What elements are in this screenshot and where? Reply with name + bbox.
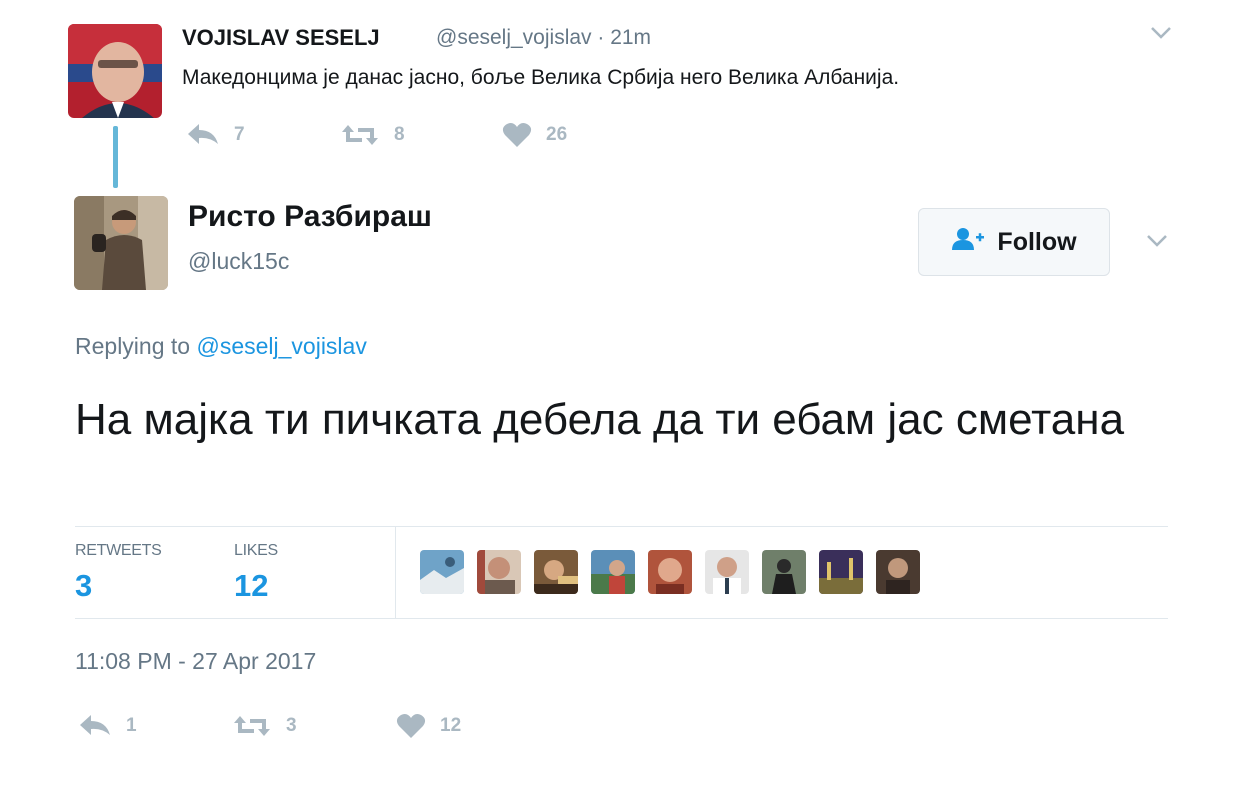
liker-avatar[interactable] — [591, 550, 635, 594]
reply-like-count: 12 — [440, 715, 462, 736]
liker-avatar[interactable] — [819, 550, 863, 594]
likes-label: LIKES — [234, 542, 278, 559]
reply-retweet-count: 3 — [286, 715, 297, 736]
retweet-icon — [232, 713, 272, 739]
liker-avatar[interactable] — [648, 550, 692, 594]
likes-value: 12 — [234, 568, 269, 603]
liker-avatar[interactable] — [477, 550, 521, 594]
parent-retweet-action[interactable]: 8 — [340, 122, 405, 148]
replying-to-handle-link[interactable]: @seselj_vojislav — [196, 333, 366, 359]
likes-stat[interactable]: LIKES 12 — [234, 542, 278, 604]
tweet-timestamp[interactable]: 11:08 PM - 27 Apr 2017 — [75, 648, 316, 675]
liker-avatar[interactable] — [420, 550, 464, 594]
parent-handle-and-time[interactable]: @seselj_vojislav · 21m — [436, 26, 651, 50]
liker-avatar[interactable] — [705, 550, 749, 594]
stats-vertical-divider — [395, 526, 396, 618]
parent-reply-count: 7 — [234, 124, 245, 145]
reply-reply-count: 1 — [126, 715, 137, 736]
retweet-icon — [340, 122, 380, 148]
parent-like-action[interactable]: 26 — [502, 122, 567, 148]
liker-avatar[interactable] — [762, 550, 806, 594]
stats-bottom-divider — [75, 618, 1168, 619]
reply-author-handle[interactable]: @luck15c — [188, 248, 289, 275]
reply-like-action[interactable]: 12 — [396, 713, 461, 739]
reply-author-avatar[interactable] — [74, 196, 168, 290]
parent-author-avatar[interactable] — [68, 24, 162, 118]
liker-avatar[interactable] — [534, 550, 578, 594]
parent-more-chevron-down-icon[interactable] — [1150, 26, 1172, 45]
retweets-value: 3 — [75, 568, 93, 603]
heart-icon — [396, 713, 426, 739]
heart-icon — [502, 122, 532, 148]
reply-retweet-action[interactable]: 3 — [232, 713, 297, 739]
replying-to-prefix: Replying to — [75, 333, 191, 359]
liker-avatar[interactable] — [876, 550, 920, 594]
reply-icon — [186, 122, 220, 148]
stats-top-divider — [75, 526, 1168, 527]
reply-icon — [78, 713, 112, 739]
retweets-label: RETWEETS — [75, 542, 162, 559]
follow-button[interactable]: Follow — [918, 208, 1110, 276]
reply-tweet-text: На мајка ти пичката дебела да ти ебам ја… — [75, 395, 1125, 444]
parent-like-count: 26 — [546, 124, 568, 145]
reply-author-name[interactable]: Ристо Разбираш — [188, 200, 432, 234]
follow-button-label: Follow — [997, 227, 1077, 256]
retweets-stat[interactable]: RETWEETS 3 — [75, 542, 162, 604]
reply-more-chevron-down-icon[interactable] — [1146, 234, 1168, 253]
parent-tweet-text: Македонцима је данас јасно, боље Велика … — [182, 66, 900, 89]
parent-reply-action[interactable]: 7 — [186, 122, 245, 148]
reply-reply-action[interactable]: 1 — [78, 713, 137, 739]
parent-author-name[interactable]: VOJISLAV SESELJ — [182, 25, 380, 51]
thread-connector-line — [113, 126, 118, 188]
parent-retweet-count: 8 — [394, 124, 405, 145]
replying-to-line: Replying to @seselj_vojislav — [75, 333, 367, 360]
add-user-icon — [951, 227, 985, 258]
